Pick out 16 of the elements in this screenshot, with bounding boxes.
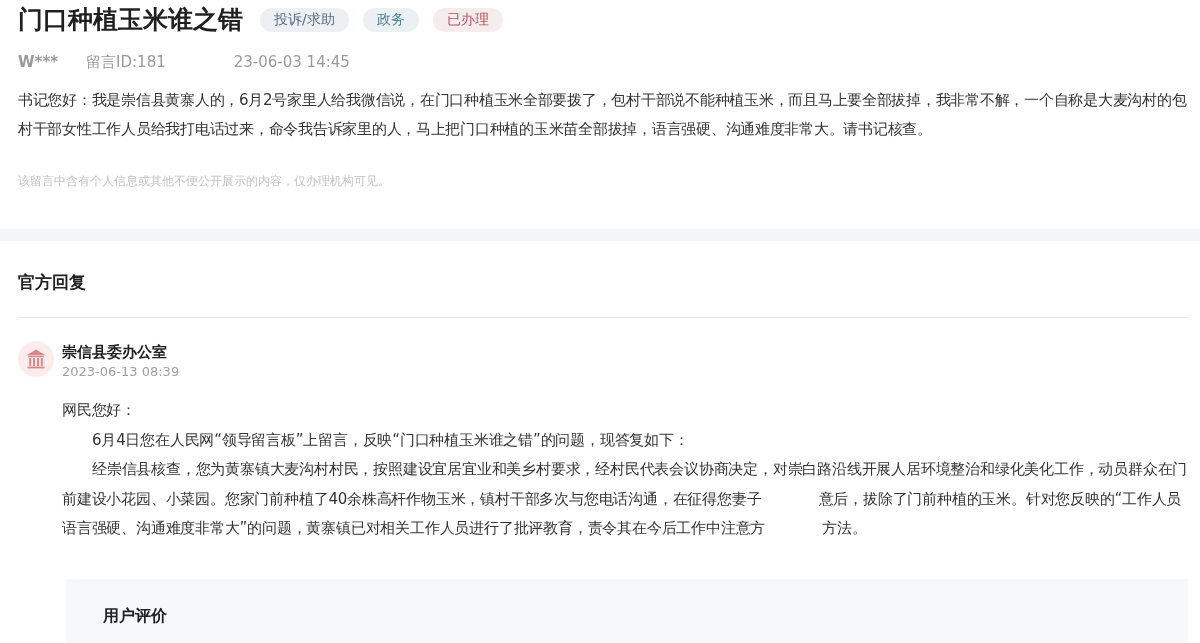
category-tag: 投诉/求助 xyxy=(260,8,349,32)
reply-time: 2023-06-13 08:39 xyxy=(62,363,180,381)
rating-heading: 用户评价 xyxy=(103,604,168,627)
reply-greeting: 网民您好： xyxy=(62,400,137,421)
message-id: 留言ID:181 xyxy=(86,52,166,72)
message-body: 书记您好：我是崇信县黄寨人的，6月2号家里人给我微信说，在门口种植玉米全部要拨了，包村干部说不能种植玉米，而且马上要全部拔掉，我非常不解，一个自称是大麦沟村的包村干部女性工作人员给我打电话过来，命令我告诉家里的人，马上把门口种植的玉米苗全部拔掉，语言强硬、沟通难度非常大。请书记核查。 xyxy=(18,90,1188,140)
post-title: 门口种植玉米谁之错 xyxy=(18,6,243,34)
category-tag: 已办理 xyxy=(432,8,503,32)
columns-building-icon xyxy=(18,341,54,377)
section-heading: 官方回复 xyxy=(18,272,87,294)
author-name: W*** xyxy=(18,53,59,71)
category-tag: 政务 xyxy=(362,8,419,32)
reply-paragraph: 经崇信县核查，您为黄寨镇大麦沟村村民，按照建设宜居宜业和美乡村要求，经村民代表会议协商决定，对崇白路沿线开展人居环境整治和绿化美化工作，动员群众在门前建设小花园、小菜园。您家门前种植了40余株高杆作物玉米，镇村干部多次与您电话沟通，在征得您妻子 意后，拔除了门前种植的玉米。针对您反映的“工作人员语言强硬、沟通难度非常大”的问题，黄寨镇已对相关工作人员进行了批评教育，责令其在今后工作中注意方 方法。 xyxy=(62,459,1189,539)
reply-paragraph: 6月4日您在人民网“领导留言板”上留言，反映“门口种植玉米谁之错”的问题，现答复如下： xyxy=(91,429,690,451)
office-name: 崇信县委办公室 xyxy=(62,343,168,362)
post-time: 23-06-03 14:45 xyxy=(233,53,350,71)
